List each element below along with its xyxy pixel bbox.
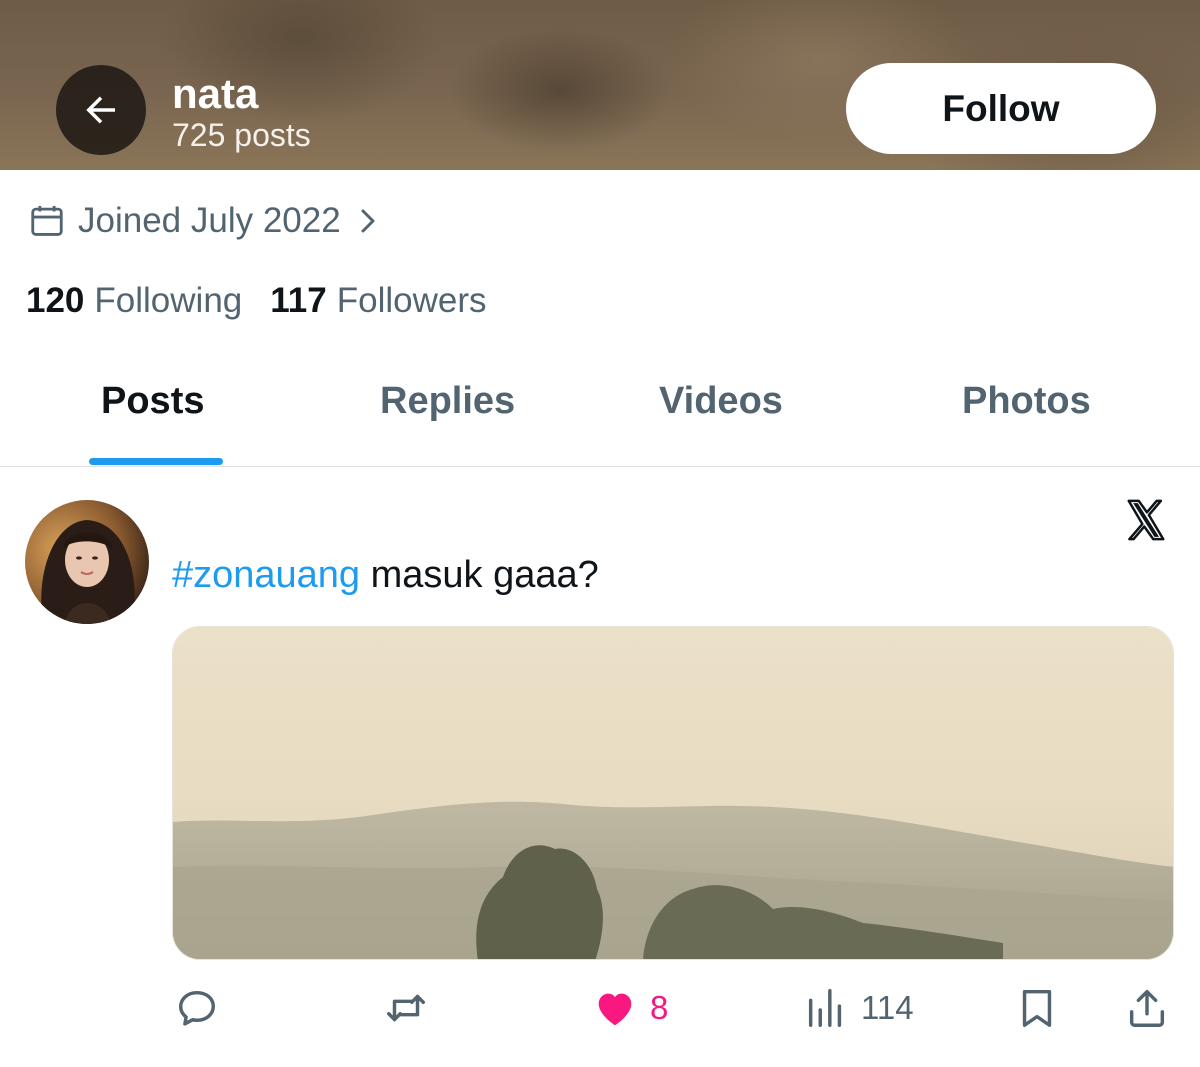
repost-icon	[387, 994, 425, 1022]
bookmark-icon	[1022, 989, 1052, 1027]
like-button[interactable]: 8	[592, 982, 668, 1034]
followers-label: Followers	[336, 281, 487, 320]
repost-button[interactable]	[383, 982, 429, 1034]
follow-button[interactable]: Follow	[846, 63, 1156, 154]
landscape-photo	[173, 627, 1173, 959]
tab-replies[interactable]: Replies	[380, 380, 515, 430]
followers-link[interactable]: 117 Followers	[270, 281, 486, 321]
post-media[interactable]	[172, 626, 1174, 960]
post-body: masuk gaaa?	[360, 554, 599, 596]
follow-stats: 120 Following 117 Followers	[26, 278, 515, 324]
chevron-right-icon	[361, 209, 375, 233]
heart-icon	[598, 993, 632, 1026]
avatar[interactable]	[25, 500, 149, 624]
following-count: 120	[26, 281, 85, 320]
x-logo-icon	[1127, 499, 1165, 541]
active-tab-indicator	[89, 458, 223, 465]
views-button[interactable]: 114	[803, 982, 914, 1034]
tab-posts[interactable]: Posts	[101, 380, 204, 430]
arrow-left-icon	[86, 96, 115, 124]
views-icon	[808, 989, 842, 1027]
followers-count: 117	[270, 281, 327, 320]
hashtag-link[interactable]: #zonauang	[172, 554, 360, 596]
calendar-icon	[31, 205, 63, 236]
post-text: #zonauang masuk gaaa?	[172, 552, 599, 598]
share-button[interactable]	[1124, 982, 1170, 1034]
reply-icon	[178, 990, 216, 1026]
like-count: 8	[650, 989, 669, 1026]
bookmark-button[interactable]	[1014, 982, 1060, 1034]
joined-label: Joined July 2022	[78, 201, 341, 240]
avatar-image	[25, 500, 149, 624]
views-count: 114	[861, 989, 914, 1026]
tab-videos[interactable]: Videos	[659, 380, 783, 430]
profile-tabs: Posts Replies Videos Photos	[0, 350, 1200, 467]
following-label: Following	[94, 281, 243, 320]
share-icon	[1129, 989, 1165, 1027]
following-link[interactable]: 120 Following	[26, 281, 242, 321]
post-count: 725 posts	[172, 117, 311, 153]
profile-name: nata	[172, 70, 259, 117]
back-button[interactable]	[56, 65, 146, 155]
joined-date[interactable]: Joined July 2022	[28, 198, 381, 244]
reply-button[interactable]	[174, 982, 220, 1034]
tab-photos[interactable]: Photos	[962, 380, 1091, 430]
post-actions: 8 114	[0, 982, 1200, 1038]
